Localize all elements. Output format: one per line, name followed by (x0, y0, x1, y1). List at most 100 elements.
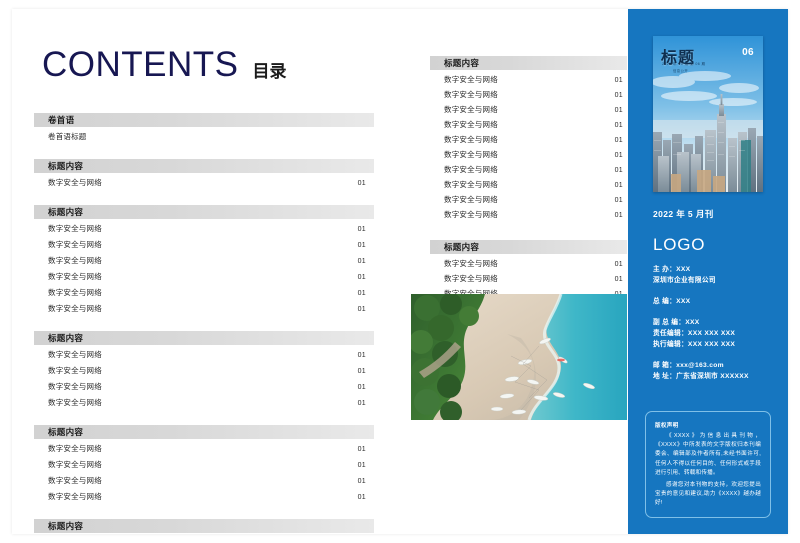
toc-section-header-label: 标题内容 (48, 161, 84, 171)
toc-section-header: 标题内容 (34, 331, 374, 345)
toc-entry[interactable]: 数字安全与网络 01 (34, 491, 374, 507)
toc-entry-title: 数字安全与网络 (444, 90, 498, 99)
toc-section: 卷首语 卷首语标题 (34, 113, 374, 147)
toc-entry[interactable]: 数字安全与网络 01 (430, 179, 627, 194)
toc-section-header: 标题内容 (34, 519, 374, 533)
toc-entry-title: 数字安全与网络 (444, 75, 498, 84)
cover-subtitle-line1: 2022 年 05 期 第 06 期 (662, 62, 706, 66)
toc-entry-title: 数字安全与网络 (48, 382, 102, 391)
contents-title-cn: 目录 (252, 62, 287, 81)
toc-entry-list: 数字安全与网络 01 数字安全与网络 01 数字安全与网络 01 数字安全与网络 01 (34, 439, 374, 507)
toc-entry-list: 数字安全与网络01 (34, 533, 374, 534)
toc-entry[interactable]: 数字安全与网络 01 (430, 74, 627, 89)
toc-entry-title: 数字安全与网络 (444, 180, 498, 189)
toc-entry-page-number: 01 (614, 212, 623, 219)
toc-entry-page-number: 01 (357, 352, 366, 359)
toc-entry[interactable]: 数字安全与网络 01 (34, 443, 374, 459)
toc-entry[interactable]: 数字安全与网络 01 (34, 381, 374, 397)
toc-entry-title: 数字安全与网络 (444, 120, 498, 129)
aerial-beach-photo (411, 294, 627, 420)
toc-entry-page-number: 01 (614, 261, 623, 268)
toc-entry[interactable]: 数字安全与网络 01 (430, 149, 627, 164)
toc-entry-title: 数字安全与网络 (48, 178, 102, 187)
toc-entry[interactable]: 数字安全与网络 01 (34, 177, 374, 193)
toc-entry[interactable]: 数字安全与网络 01 (34, 459, 374, 475)
toc-entry[interactable]: 数字安全与网络 01 (34, 255, 374, 271)
toc-entry-title: 数字安全与网络 (444, 165, 498, 174)
toc-section: 标题内容 数字安全与网络 01 数字安全与网络 01 数字安全与网络 01 数字安全与网络 01 (34, 331, 374, 413)
toc-entry[interactable]: 数字安全与网络 01 (34, 349, 374, 365)
toc-entry-page-number: 01 (357, 384, 366, 391)
toc-entry-title: 数字安全与网络 (444, 105, 498, 114)
toc-entry[interactable]: 数字安全与网络 01 (430, 273, 627, 288)
toc-entry[interactable]: 数字安全与网络 01 (34, 239, 374, 255)
toc-section: 标题内容 数字安全与网络 01 数字安全与网络 01 数字安全与网络 01 数字安全与网络 01… (430, 56, 627, 224)
toc-section-header-label: 标题内容 (48, 333, 84, 343)
toc-entry[interactable]: 数字安全与网络 01 (430, 89, 627, 104)
toc-right-column: 标题内容 数字安全与网络 01 数字安全与网络 01 数字安全与网络 01 数字安全与网络 01… (430, 56, 627, 319)
toc-entry[interactable]: 数字安全与网络 01 (34, 223, 374, 239)
toc-entry[interactable]: 数字安全与网络 01 (430, 104, 627, 119)
toc-section-header-label: 标题内容 (444, 242, 480, 252)
toc-entry-page-number: 01 (614, 122, 623, 129)
toc-entry-title: 数字安全与网络 (48, 444, 102, 453)
cover-subtitle-line2: 信息公开 (673, 69, 689, 73)
sidebar-panel: 标题 2022 年 05 期 第 06 期 信息公开 06 2022 年 5 月… (628, 9, 788, 534)
copyright-paragraph: 感谢您对本刊物的支持，欢迎您提出宝贵的意见和建议,助力《XXXX》越办越好! (655, 482, 761, 507)
toc-entry-page-number: 01 (614, 77, 623, 84)
copyright-notice-box: 版权声明 《XXXX》为信息出具刊物，《XXXX》中所发表的文字版权归本刊编委会… (645, 411, 771, 518)
toc-entry-title: 数字安全与网络 (48, 240, 102, 249)
publication-info-line: 执行编辑：XXX XXX XXX (653, 341, 736, 348)
toc-entry-title: 数字安全与网络 (48, 398, 102, 407)
toc-entry-title: 数字安全与网络 (48, 224, 102, 233)
toc-entry-list: 卷首语标题 (34, 127, 374, 147)
logo: LOGO (653, 235, 706, 254)
toc-entry-title: 数字安全与网络 (48, 460, 102, 469)
toc-entry[interactable]: 数字安全与网络 01 (34, 271, 374, 287)
toc-entry-list: 数字安全与网络 01 数字安全与网络 01 数字安全与网络 01 数字安全与网络 01 数字安全… (34, 219, 374, 319)
publication-info-line: 总 编：XXX (653, 298, 691, 305)
toc-entry-title: 数字安全与网络 (444, 259, 498, 268)
toc-entry[interactable]: 数字安全与网络 01 (430, 209, 627, 224)
toc-entry[interactable]: 数字安全与网络 01 (430, 194, 627, 209)
toc-section: 标题内容数字安全与网络01 (34, 519, 374, 534)
copyright-title: 版权声明 (655, 423, 679, 429)
toc-entry-title: 数字安全与网络 (444, 210, 498, 219)
toc-entry[interactable]: 数字安全与网络 01 (430, 134, 627, 149)
toc-entry-page-number: 01 (357, 180, 366, 187)
toc-entry-page-number: 01 (357, 462, 366, 469)
toc-entry-page-number: 01 (357, 290, 366, 297)
toc-entry-title: 数字安全与网络 (48, 366, 102, 375)
toc-entry-page-number: 01 (357, 274, 366, 281)
toc-entry[interactable]: 数字安全与网络 01 (34, 475, 374, 491)
toc-entry-title: 数字安全与网络 (48, 492, 102, 501)
copyright-paragraph: 《XXXX》为信息出具刊物，《XXXX》中所发表的文字版权归本刊编委会、编辑部及… (655, 433, 761, 476)
publication-info-line: 邮 箱：xxx@163.com (653, 362, 724, 369)
toc-entry[interactable]: 卷首语标题 (34, 131, 374, 147)
toc-entry[interactable]: 数字安全与网络 01 (34, 303, 374, 319)
page-root: CONTENTS 目录 卷首语 卷首语标题 标题内容 数字安全与网络 01 标题内容 数字安… (0, 0, 800, 543)
toc-entry[interactable]: 数字安全与网络 01 (34, 397, 374, 413)
toc-entry[interactable]: 数字安全与网络 01 (430, 119, 627, 134)
copyright-body: 《XXXX》为信息出具刊物，《XXXX》中所发表的文字版权归本刊编委会、编辑部及… (655, 432, 761, 509)
cover-issue-number: 06 (742, 47, 754, 58)
toc-entry[interactable]: 数字安全与网络 01 (34, 365, 374, 381)
toc-entry[interactable]: 数字安全与网络 01 (34, 287, 374, 303)
toc-entry-page-number: 01 (357, 242, 366, 249)
magazine-cover[interactable]: 标题 2022 年 05 期 第 06 期 信息公开 06 (653, 36, 763, 192)
publication-info-line: 责任编辑：XXX XXX XXX (653, 330, 736, 337)
toc-entry-title: 数字安全与网络 (48, 288, 102, 297)
toc-section: 标题内容数字安全与网络 01 (34, 159, 374, 193)
toc-entry-title: 数字安全与网络 (48, 272, 102, 281)
toc-section-header-label: 标题内容 (444, 58, 480, 68)
toc-entry-title: 数字安全与网络 (48, 476, 102, 485)
toc-entry[interactable]: 数字安全与网络 01 (430, 258, 627, 273)
toc-entry-title: 数字安全与网络 (444, 135, 498, 144)
toc-entry-page-number: 01 (357, 494, 366, 501)
toc-entry-title: 卷首语标题 (48, 132, 87, 141)
toc-entry-page-number: 01 (357, 226, 366, 233)
toc-entry[interactable]: 数字安全与网络 01 (430, 164, 627, 179)
toc-entry-page-number: 01 (614, 276, 623, 283)
